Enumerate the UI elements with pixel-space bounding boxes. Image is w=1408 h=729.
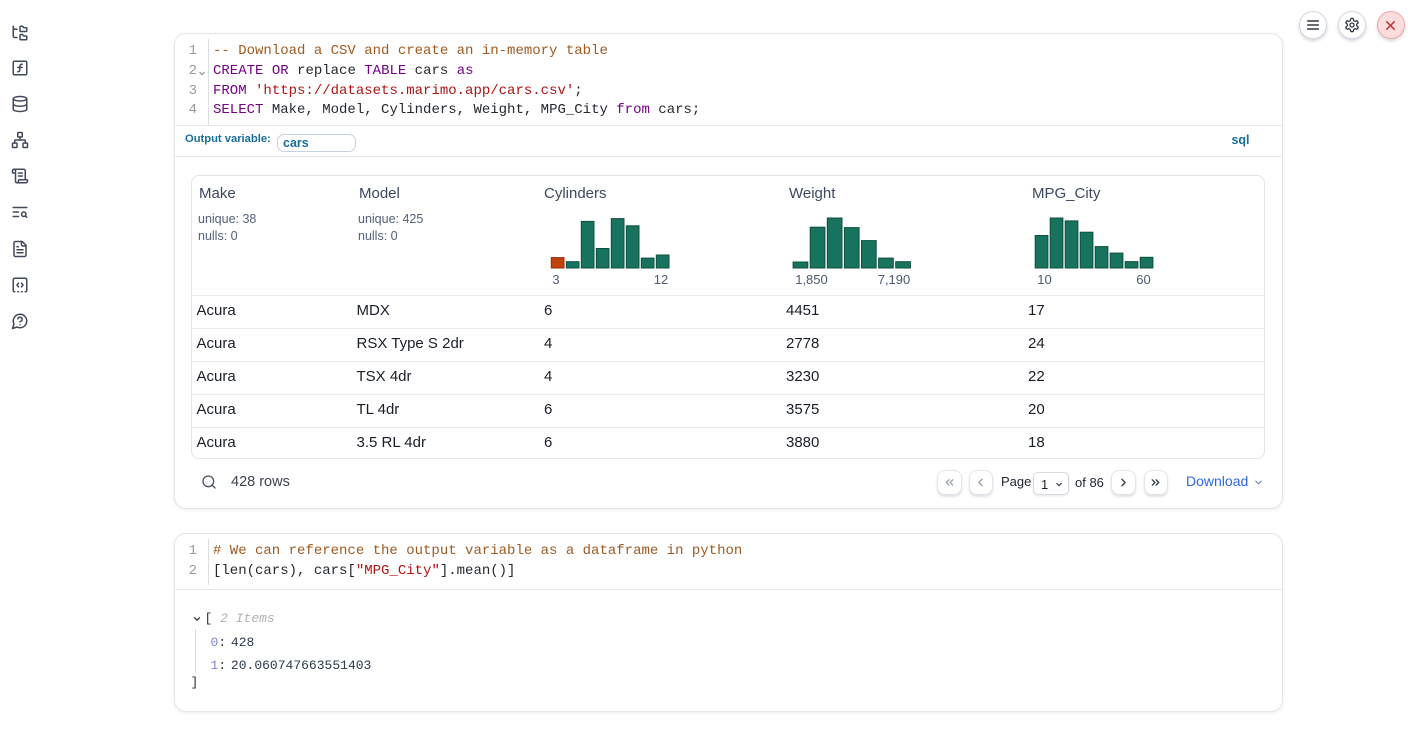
svg-text:10: 10: [1037, 272, 1051, 287]
svg-text:3: 3: [552, 272, 559, 287]
svg-text:12: 12: [654, 272, 668, 287]
svg-text:60: 60: [1136, 272, 1150, 287]
svg-text:1,850: 1,850: [795, 272, 828, 287]
svg-text:7,190: 7,190: [878, 272, 911, 287]
